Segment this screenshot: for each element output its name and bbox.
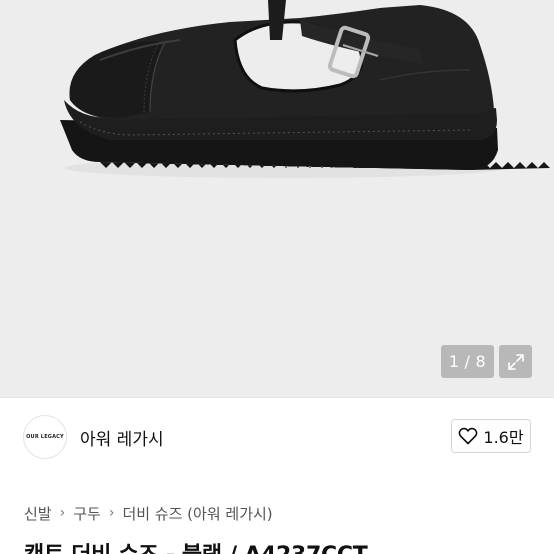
image-counter: 1 / 8: [441, 345, 494, 378]
product-image-gallery[interactable]: 1 / 8: [0, 0, 554, 397]
breadcrumb-item-dress-shoes[interactable]: 구두: [73, 503, 101, 524]
store-logo-text: OUR LEGACY: [26, 434, 64, 440]
expand-image-button[interactable]: [499, 345, 532, 378]
like-count: 1.6만: [483, 428, 524, 447]
breadcrumb-item-shoes[interactable]: 신발: [24, 503, 52, 524]
product-title: 캔트 더비 슈즈 - 블랙 / A4237CCT: [24, 537, 368, 554]
store-info-row[interactable]: OUR LEGACY 아워 레가시 1.6만: [0, 398, 554, 480]
store-logo[interactable]: OUR LEGACY: [23, 415, 67, 459]
store-name[interactable]: 아워 레가시: [80, 425, 164, 450]
chevron-right-icon: ›: [59, 505, 66, 521]
image-counter-current: 1: [448, 352, 460, 371]
expand-arrows-icon: [507, 353, 524, 370]
product-image-shoe: [60, 0, 550, 178]
image-counter-separator: /: [464, 352, 471, 371]
breadcrumb-item-derby-shoes[interactable]: 더비 슈즈 (아워 레가시): [122, 503, 272, 524]
section-gap: [0, 480, 554, 488]
breadcrumb: 신발 › 구두 › 더비 슈즈 (아워 레가시): [24, 501, 273, 525]
image-counter-total: 8: [475, 352, 487, 371]
like-button[interactable]: 1.6만: [451, 419, 531, 453]
chevron-right-icon: ›: [108, 505, 115, 521]
heart-outline-icon: [459, 427, 478, 445]
